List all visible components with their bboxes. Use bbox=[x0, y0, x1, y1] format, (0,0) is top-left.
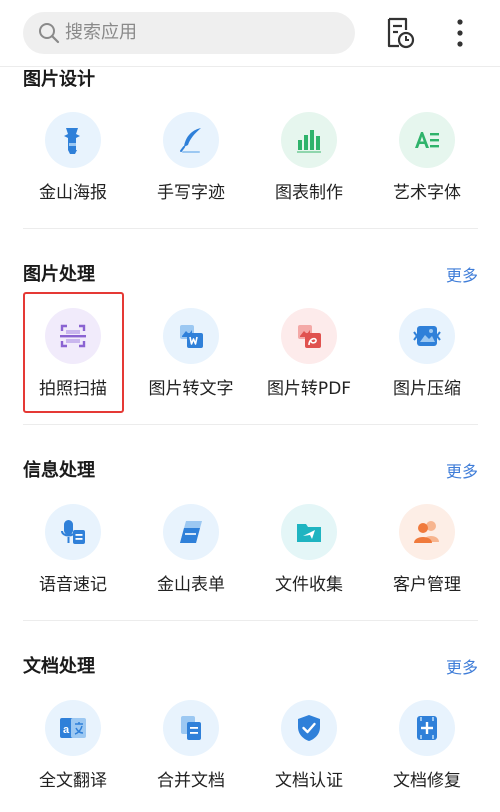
app-label: 文件收集 bbox=[275, 575, 343, 595]
file-collect-icon bbox=[297, 524, 321, 542]
art-font-icon bbox=[415, 132, 439, 148]
highlight-box bbox=[23, 292, 124, 413]
top-bar: 搜索应用 bbox=[0, 0, 500, 66]
app-tile-image-to-pdf[interactable]: 图片转PDF bbox=[250, 308, 368, 418]
poster-icon bbox=[64, 128, 80, 154]
top-divider bbox=[0, 66, 500, 67]
form-icon bbox=[180, 521, 202, 543]
feather-pen-icon bbox=[180, 128, 201, 153]
svg-text:a: a bbox=[63, 724, 70, 736]
app-tile-art-font[interactable]: 艺术字体 bbox=[368, 112, 486, 222]
doc-repair-icon bbox=[417, 716, 437, 740]
app-tile-doc-repair[interactable]: 文档修复 bbox=[368, 700, 486, 810]
app-label: 手写字迹 bbox=[157, 183, 225, 203]
more-link[interactable]: 更多 bbox=[446, 658, 478, 678]
merge-docs-icon bbox=[181, 716, 201, 740]
document-clock-icon[interactable] bbox=[384, 16, 416, 50]
section-title: 文档处理 bbox=[23, 656, 95, 677]
app-label: 图表制作 bbox=[275, 183, 343, 203]
more-vertical-icon[interactable] bbox=[448, 16, 472, 50]
voice-note-icon bbox=[61, 520, 85, 544]
app-label: 金山海报 bbox=[39, 183, 107, 203]
section-title: 图片设计 bbox=[23, 69, 95, 90]
app-label: 语音速记 bbox=[39, 575, 107, 595]
app-tile-poster[interactable]: 金山海报 bbox=[14, 112, 132, 222]
app-label: 图片转PDF bbox=[266, 379, 352, 399]
translate-icon: a bbox=[60, 718, 86, 738]
section-title: 图片处理 bbox=[23, 264, 95, 285]
app-tile-merge-docs[interactable]: 合并文档 bbox=[132, 700, 250, 810]
search-placeholder: 搜索应用 bbox=[65, 22, 137, 43]
more-link[interactable]: 更多 bbox=[446, 266, 478, 286]
section-title: 信息处理 bbox=[23, 460, 95, 481]
app-tile-translate[interactable]: a 全文翻译 bbox=[14, 700, 132, 810]
app-tile-customer-mgmt[interactable]: 客户管理 bbox=[368, 504, 486, 614]
image-compress-icon bbox=[413, 326, 441, 346]
app-label: 文档修复 bbox=[393, 771, 461, 791]
app-tile-form[interactable]: 金山表单 bbox=[132, 504, 250, 614]
more-link[interactable]: 更多 bbox=[446, 462, 478, 482]
app-tile-image-to-text[interactable]: 图片转文字 bbox=[132, 308, 250, 418]
bar-chart-icon bbox=[297, 130, 321, 153]
app-tile-chart-maker[interactable]: 图表制作 bbox=[250, 112, 368, 222]
customer-icon bbox=[414, 521, 439, 543]
app-tile-doc-certify[interactable]: 文档认证 bbox=[250, 700, 368, 810]
app-label: 合并文档 bbox=[157, 771, 225, 791]
app-label: 全文翻译 bbox=[39, 771, 107, 791]
section-divider bbox=[23, 620, 478, 621]
app-label: 文档认证 bbox=[275, 771, 343, 791]
app-tile-image-compress[interactable]: 图片压缩 bbox=[368, 308, 486, 418]
search-bar[interactable]: 搜索应用 bbox=[23, 12, 355, 54]
app-label: 客户管理 bbox=[393, 575, 461, 595]
search-icon bbox=[39, 23, 60, 44]
app-tile-voice-note[interactable]: 语音速记 bbox=[14, 504, 132, 614]
image-to-word-icon bbox=[180, 325, 203, 348]
app-label: 图片转文字 bbox=[148, 379, 234, 399]
section-divider bbox=[23, 228, 478, 229]
shield-check-icon bbox=[298, 715, 320, 741]
app-label: 图片压缩 bbox=[393, 379, 461, 399]
app-label: 金山表单 bbox=[157, 575, 225, 595]
image-to-pdf-icon bbox=[298, 325, 321, 348]
app-tile-handwriting[interactable]: 手写字迹 bbox=[132, 112, 250, 222]
app-label: 艺术字体 bbox=[393, 183, 461, 203]
section-divider bbox=[23, 424, 478, 425]
app-tile-file-collect[interactable]: 文件收集 bbox=[250, 504, 368, 614]
